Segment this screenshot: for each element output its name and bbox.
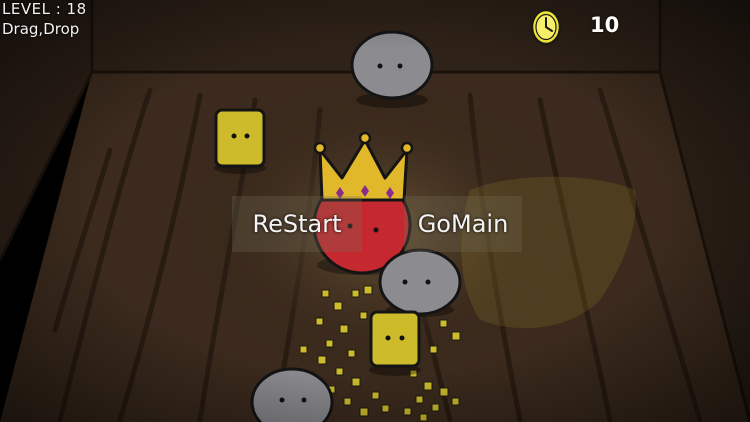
level-label: LEVEL : 18	[2, 0, 87, 18]
clock-icon	[530, 8, 562, 46]
timer-value: 10	[590, 13, 620, 37]
hint-label: Drag,Drop	[2, 20, 80, 38]
game-screen: LEVEL : 18 Drag,Drop 10 ReStart GoMain	[0, 0, 750, 422]
vignette	[0, 0, 750, 422]
gomain-button[interactable]: GoMain	[404, 196, 522, 252]
game-scene	[0, 0, 750, 422]
restart-button[interactable]: ReStart	[232, 196, 362, 252]
